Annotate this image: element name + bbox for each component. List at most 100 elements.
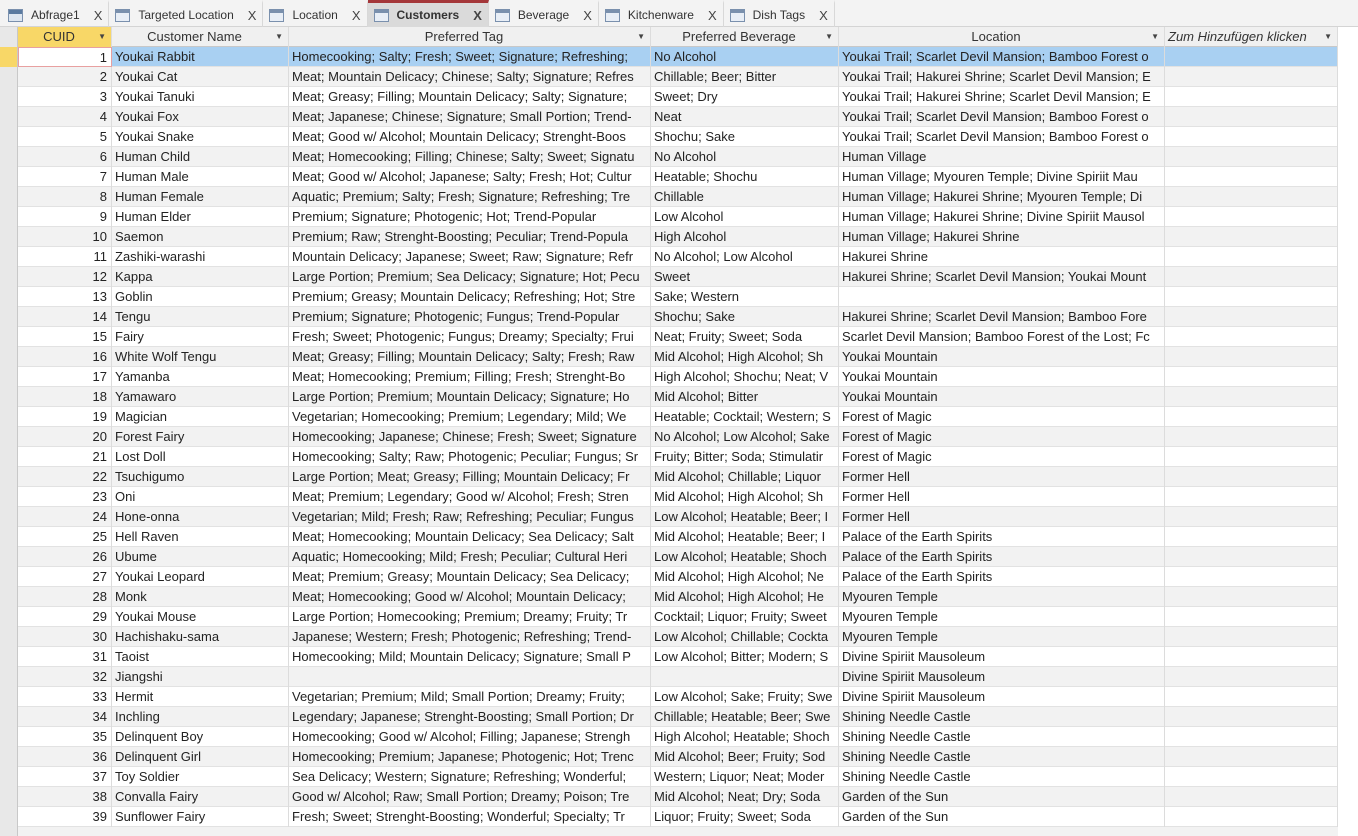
cell-add-field[interactable] bbox=[1165, 447, 1338, 467]
table-row[interactable]: 29 Youkai Mouse Large Portion; Homecooking… bbox=[0, 607, 1338, 627]
cell-location[interactable]: Youkai Mountain bbox=[839, 347, 1165, 367]
cell-preferred-tag[interactable]: Homecooking; Premium; Japanese; Photogen… bbox=[289, 747, 651, 767]
cell-cuid[interactable]: 30 bbox=[18, 627, 112, 647]
cell-location[interactable]: Divine Spiriit Mausoleum bbox=[839, 667, 1165, 687]
cell-preferred-beverage[interactable]: Heatable; Shochu bbox=[651, 167, 839, 187]
cell-cuid[interactable]: 33 bbox=[18, 687, 112, 707]
cell-cuid[interactable]: 20 bbox=[18, 427, 112, 447]
cell-preferred-tag[interactable]: Vegetarian; Mild; Fresh; Raw; Refreshing… bbox=[289, 507, 651, 527]
cell-add-field[interactable] bbox=[1165, 227, 1338, 247]
cell-add-field[interactable] bbox=[1165, 207, 1338, 227]
cell-add-field[interactable] bbox=[1165, 607, 1338, 627]
record-selector[interactable] bbox=[0, 727, 18, 747]
cell-customer-name[interactable]: Delinquent Boy bbox=[112, 727, 289, 747]
cell-add-field[interactable] bbox=[1165, 127, 1338, 147]
cell-cuid[interactable]: 8 bbox=[18, 187, 112, 207]
cell-location[interactable]: Hakurei Shrine bbox=[839, 247, 1165, 267]
select-all-corner[interactable] bbox=[0, 27, 18, 47]
table-row[interactable]: 1 Youkai Rabbit Homecooking; Salty; Fresh;… bbox=[0, 47, 1338, 67]
cell-preferred-tag[interactable]: Premium; Greasy; Mountain Delicacy; Refr… bbox=[289, 287, 651, 307]
table-row[interactable]: 19 Magician Vegetarian; Homecooking; Premi… bbox=[0, 407, 1338, 427]
cell-cuid[interactable]: 39 bbox=[18, 807, 112, 827]
cell-add-field[interactable] bbox=[1165, 67, 1338, 87]
cell-cuid[interactable]: 23 bbox=[18, 487, 112, 507]
close-icon[interactable]: X bbox=[708, 8, 717, 23]
cell-location[interactable]: Myouren Temple bbox=[839, 627, 1165, 647]
cell-preferred-beverage[interactable]: Heatable; Cocktail; Western; S bbox=[651, 407, 839, 427]
cell-customer-name[interactable]: Monk bbox=[112, 587, 289, 607]
cell-add-field[interactable] bbox=[1165, 267, 1338, 287]
record-selector[interactable] bbox=[0, 187, 18, 207]
cell-customer-name[interactable]: Forest Fairy bbox=[112, 427, 289, 447]
table-row[interactable]: 31 Taoist Homecooking; Mild; Mountain Deli… bbox=[0, 647, 1338, 667]
record-selector[interactable] bbox=[0, 667, 18, 687]
cell-preferred-beverage[interactable]: No Alcohol bbox=[651, 47, 839, 67]
cell-customer-name[interactable]: Hone-onna bbox=[112, 507, 289, 527]
close-icon[interactable]: X bbox=[473, 8, 482, 23]
cell-cuid[interactable]: 34 bbox=[18, 707, 112, 727]
cell-preferred-beverage[interactable]: Mid Alcohol; High Alcohol; He bbox=[651, 587, 839, 607]
tab-targeted-location[interactable]: Targeted Location X bbox=[109, 0, 264, 27]
cell-add-field[interactable] bbox=[1165, 547, 1338, 567]
record-selector[interactable] bbox=[0, 367, 18, 387]
cell-cuid[interactable]: 22 bbox=[18, 467, 112, 487]
cell-cuid[interactable]: 26 bbox=[18, 547, 112, 567]
table-row[interactable]: 11 Zashiki-warashi Mountain Delicacy; Japa… bbox=[0, 247, 1338, 267]
cell-preferred-beverage[interactable]: Mid Alcohol; Beer; Fruity; Sod bbox=[651, 747, 839, 767]
cell-preferred-beverage[interactable]: Western; Liquor; Neat; Moder bbox=[651, 767, 839, 787]
record-selector[interactable] bbox=[0, 827, 18, 836]
record-selector[interactable] bbox=[0, 147, 18, 167]
cell-customer-name[interactable]: Sunflower Fairy bbox=[112, 807, 289, 827]
cell-add-field[interactable] bbox=[1165, 387, 1338, 407]
cell-location[interactable]: Hakurei Shrine; Scarlet Devil Mansion; Y… bbox=[839, 267, 1165, 287]
cell-location[interactable]: Former Hell bbox=[839, 467, 1165, 487]
cell-customer-name[interactable]: Fairy bbox=[112, 327, 289, 347]
cell-preferred-beverage[interactable]: Mid Alcohol; Chillable; Liquor bbox=[651, 467, 839, 487]
cell-add-field[interactable] bbox=[1165, 407, 1338, 427]
cell-preferred-beverage[interactable]: No Alcohol; Low Alcohol; Sake bbox=[651, 427, 839, 447]
cell-preferred-tag[interactable]: Sea Delicacy; Western; Signature; Refres… bbox=[289, 767, 651, 787]
close-icon[interactable]: X bbox=[248, 8, 257, 23]
cell-customer-name[interactable]: Tsuchigumo bbox=[112, 467, 289, 487]
record-selector[interactable] bbox=[0, 467, 18, 487]
record-selector[interactable] bbox=[0, 647, 18, 667]
cell-preferred-tag[interactable]: Meat; Good w/ Alcohol; Mountain Delicacy… bbox=[289, 127, 651, 147]
cell-preferred-tag[interactable]: Meat; Homecooking; Good w/ Alcohol; Moun… bbox=[289, 587, 651, 607]
cell-cuid[interactable]: 37 bbox=[18, 767, 112, 787]
cell-preferred-tag[interactable]: Premium; Raw; Strenght-Boosting; Peculia… bbox=[289, 227, 651, 247]
cell-location[interactable]: Youkai Mountain bbox=[839, 367, 1165, 387]
record-selector[interactable] bbox=[0, 487, 18, 507]
table-row[interactable]: 26 Ubume Aquatic; Homecooking; Mild; Fresh… bbox=[0, 547, 1338, 567]
cell-preferred-tag[interactable]: Good w/ Alcohol; Raw; Small Portion; Dre… bbox=[289, 787, 651, 807]
cell-add-field[interactable] bbox=[1165, 587, 1338, 607]
column-header-preferred-beverage[interactable]: Preferred Beverage ▼ bbox=[651, 27, 839, 47]
cell-customer-name[interactable]: Oni bbox=[112, 487, 289, 507]
cell-preferred-beverage[interactable]: High Alcohol; Shochu; Neat; V bbox=[651, 367, 839, 387]
cell-customer-name[interactable]: Delinquent Girl bbox=[112, 747, 289, 767]
record-selector[interactable] bbox=[0, 747, 18, 767]
record-selector[interactable] bbox=[0, 567, 18, 587]
cell-preferred-tag[interactable]: Homecooking; Good w/ Alcohol; Filling; J… bbox=[289, 727, 651, 747]
cell-preferred-tag[interactable]: Vegetarian; Premium; Mild; Small Portion… bbox=[289, 687, 651, 707]
tab-abfrage1[interactable]: Abfrage1 X bbox=[2, 0, 110, 27]
cell-preferred-tag[interactable]: Meat; Homecooking; Mountain Delicacy; Se… bbox=[289, 527, 651, 547]
table-row[interactable]: 38 Convalla Fairy Good w/ Alcohol; Raw; Sm… bbox=[0, 787, 1338, 807]
table-row[interactable]: 28 Monk Meat; Homecooking; Good w/ Alcohol… bbox=[0, 587, 1338, 607]
cell-customer-name[interactable]: Yamawaro bbox=[112, 387, 289, 407]
cell-cuid[interactable]: 7 bbox=[18, 167, 112, 187]
cell-add-field[interactable] bbox=[1165, 307, 1338, 327]
cell-customer-name[interactable]: Lost Doll bbox=[112, 447, 289, 467]
chevron-down-icon[interactable]: ▼ bbox=[825, 27, 833, 46]
cell-preferred-tag[interactable]: Meat; Mountain Delicacy; Chinese; Salty;… bbox=[289, 67, 651, 87]
cell-preferred-tag[interactable]: Meat; Premium; Greasy; Mountain Delicacy… bbox=[289, 567, 651, 587]
record-selector[interactable] bbox=[0, 227, 18, 247]
close-icon[interactable]: X bbox=[94, 8, 103, 23]
cell-customer-name[interactable]: Human Male bbox=[112, 167, 289, 187]
cell-customer-name[interactable]: Goblin bbox=[112, 287, 289, 307]
record-selector[interactable] bbox=[0, 787, 18, 807]
table-row[interactable]: 7 Human Male Meat; Good w/ Alcohol; Japane… bbox=[0, 167, 1338, 187]
cell-location[interactable]: Human Village; Hakurei Shrine bbox=[839, 227, 1165, 247]
cell-cuid[interactable]: 1 bbox=[18, 47, 112, 67]
cell-customer-name[interactable]: Youkai Tanuki bbox=[112, 87, 289, 107]
cell-customer-name[interactable]: Convalla Fairy bbox=[112, 787, 289, 807]
